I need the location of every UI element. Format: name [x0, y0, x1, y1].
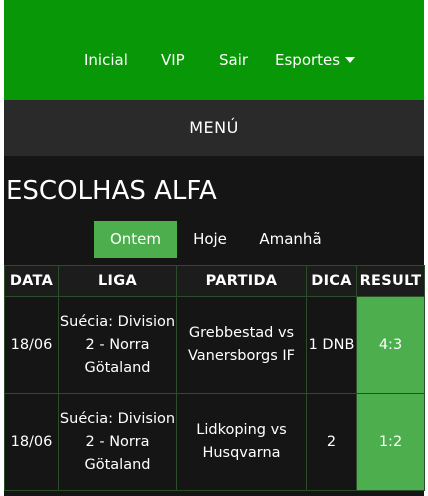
column-header-data: DATA	[4, 265, 59, 297]
caret-down-icon	[345, 57, 356, 63]
cell-partida: Lidkoping vs Husqvarna	[176, 393, 307, 491]
cell-result: 4:3	[356, 296, 425, 394]
main-content: ESCOLHAS ALFA Ontem Hoje Amanhã DATA LIG…	[4, 156, 425, 496]
page-title: ESCOLHAS ALFA	[6, 176, 217, 206]
tab-ontem[interactable]: Ontem	[94, 221, 177, 258]
top-navbar: Inicial VIP Sair Esportes	[4, 0, 424, 100]
cell-liga: Suécia: Division 2 - Norra Götaland	[58, 296, 177, 394]
cell-result: 1:2	[356, 393, 425, 491]
table-row: 18/06 Suécia: Division 2 - Norra Götalan…	[4, 393, 425, 491]
cell-dica: 2	[306, 393, 357, 491]
tab-amanha[interactable]: Amanhã	[247, 221, 334, 258]
nav-link-sair[interactable]: Sair	[219, 50, 248, 70]
table-header-row: DATA LIGA PARTIDA DICA RESULT	[4, 265, 425, 297]
column-header-liga: LIGA	[58, 265, 177, 297]
nav-link-inicial[interactable]: Inicial	[84, 50, 128, 70]
column-header-dica: DICA	[306, 265, 357, 297]
column-header-partida: PARTIDA	[176, 265, 307, 297]
cell-partida: Grebbestad vs Vanersborgs IF	[176, 296, 307, 394]
cell-dica: 1 DNB	[306, 296, 357, 394]
nav-link-vip[interactable]: VIP	[161, 50, 185, 70]
menu-label: MENÚ	[189, 118, 239, 137]
nav-dropdown-esportes[interactable]: Esportes	[275, 50, 356, 70]
cell-data: 18/06	[4, 393, 59, 491]
table-row: 18/06 Suécia: Division 2 - Norra Götalan…	[4, 296, 425, 394]
picks-table: DATA LIGA PARTIDA DICA RESULT 18/06 Suéc…	[4, 265, 425, 491]
nav-dropdown-label: Esportes	[275, 51, 341, 69]
tab-hoje[interactable]: Hoje	[180, 221, 240, 258]
cell-data: 18/06	[4, 296, 59, 394]
column-header-result: RESULT	[356, 265, 425, 297]
cell-liga: Suécia: Division 2 - Norra Götaland	[58, 393, 177, 491]
menu-bar[interactable]: MENÚ	[4, 100, 424, 156]
